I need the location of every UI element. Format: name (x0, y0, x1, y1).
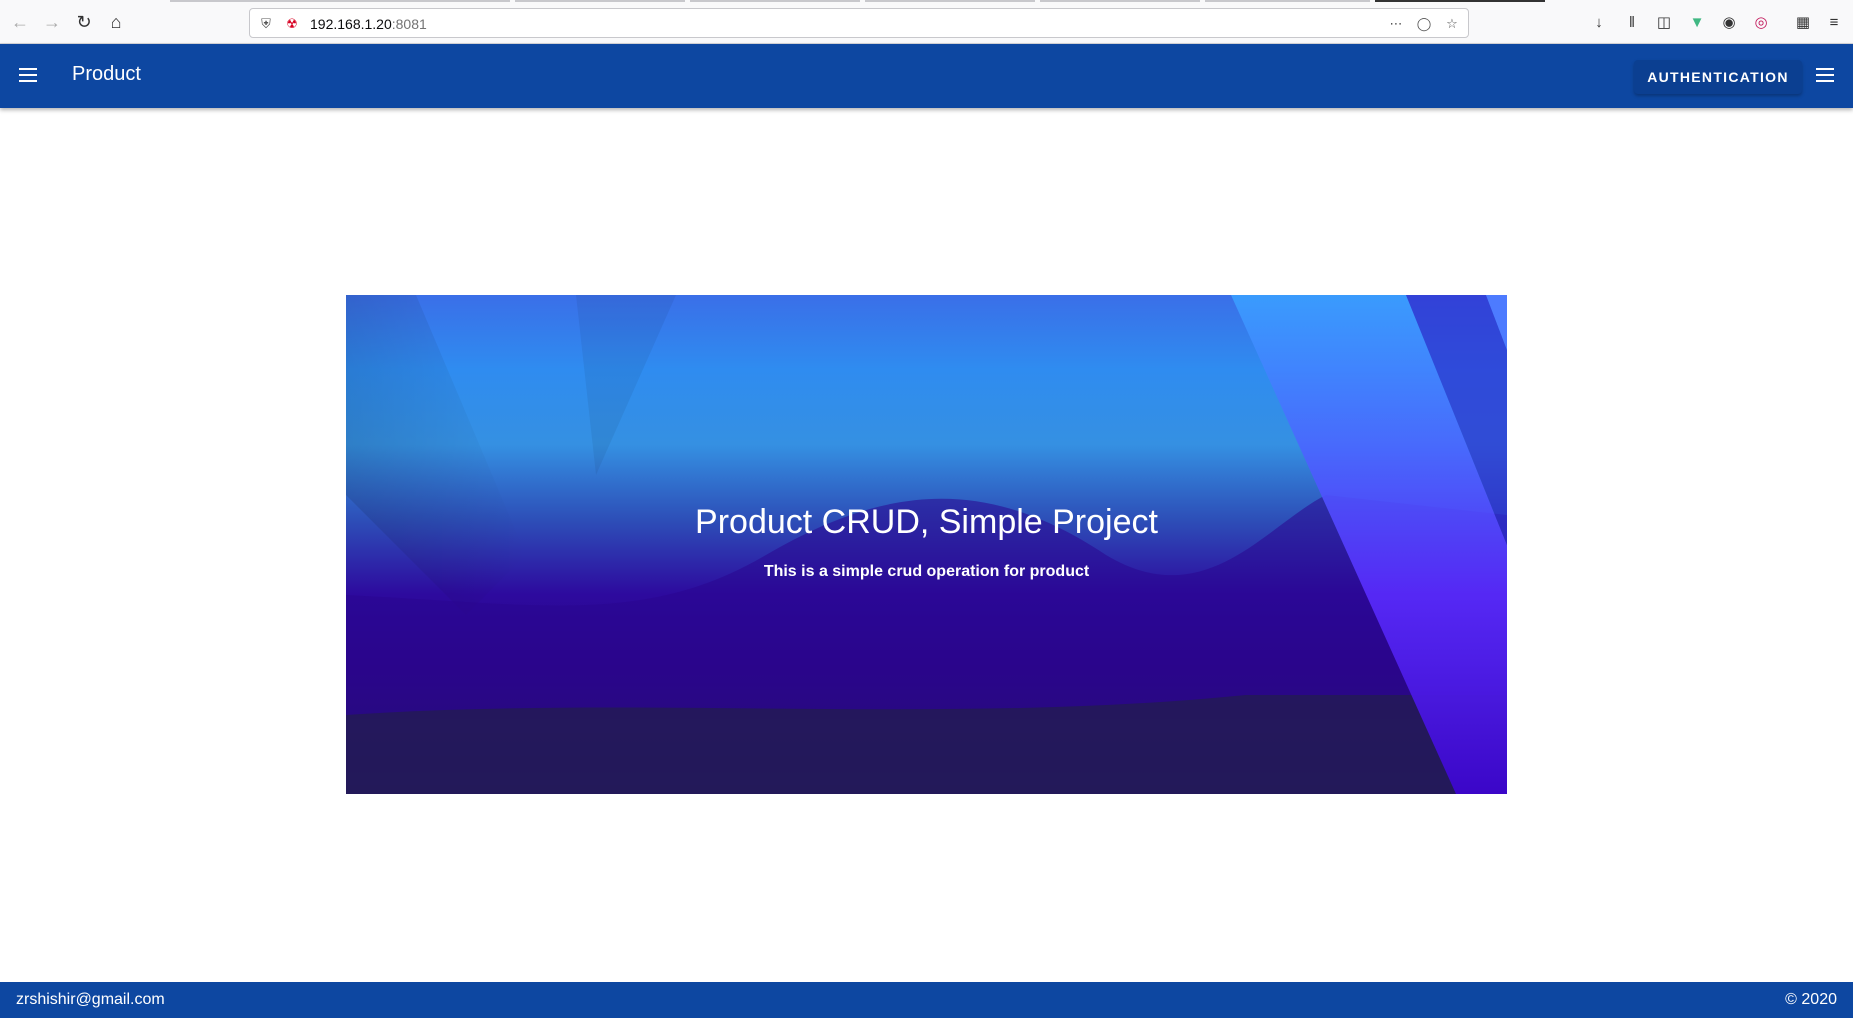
authentication-button[interactable]: AUTHENTICATION (1634, 60, 1802, 94)
insecure-lock-icon[interactable]: ☢ (284, 16, 300, 32)
app-bar: Product AUTHENTICATION (0, 44, 1853, 108)
url-text[interactable]: 192.168.1.20:8081 (310, 16, 427, 32)
extensions-icon[interactable]: ▦ (1792, 11, 1814, 33)
app-menu-icon[interactable]: ≡ (1823, 11, 1845, 33)
app-title: Product (72, 63, 141, 85)
footer-email: zrshishir@gmail.com (16, 991, 165, 1008)
account-icon[interactable]: ◉ (1718, 11, 1740, 33)
reload-icon[interactable]: ↻ (72, 10, 96, 34)
address-bar[interactable]: ⛨ ☢ 192.168.1.20:8081 ⋯ ◯ ☆ (249, 8, 1469, 38)
library-icon[interactable]: ‖ (1621, 11, 1643, 33)
more-icon[interactable]: ⋯ (1388, 16, 1404, 32)
nav-drawer-menu-icon[interactable] (17, 66, 39, 84)
forward-icon[interactable]: → (40, 10, 64, 34)
vue-devtools-icon[interactable]: ▼ (1686, 11, 1708, 33)
hero-subtitle: This is a simple crud operation for prod… (763, 563, 1090, 580)
hero-banner: Product CRUD, Simple Project This is a s… (346, 295, 1507, 794)
right-menu-icon[interactable] (1814, 66, 1836, 84)
bookmark-star-icon[interactable]: ☆ (1444, 16, 1460, 32)
pocket-icon[interactable]: ◯ (1416, 16, 1432, 32)
downloads-icon[interactable]: ↓ (1588, 11, 1610, 33)
browser-toolbar: ← → ↻ ⌂ ⛨ ☢ 192.168.1.20:8081 ⋯ ◯ ☆ ↓ ‖ … (0, 0, 1853, 44)
footer: zrshishir@gmail.com © 2020 (0, 982, 1853, 1018)
home-icon[interactable]: ⌂ (104, 10, 128, 34)
shield-icon[interactable]: ⛨ (258, 16, 274, 32)
color-picker-icon[interactable]: ◎ (1750, 11, 1772, 33)
sidebar-icon[interactable]: ◫ (1653, 11, 1675, 33)
footer-copyright: © 2020 (1785, 991, 1837, 1008)
hero-background-art (346, 295, 1507, 794)
back-icon[interactable]: ← (8, 10, 32, 34)
hero-title: Product CRUD, Simple Project (695, 503, 1158, 541)
tab-strip (0, 0, 1853, 3)
